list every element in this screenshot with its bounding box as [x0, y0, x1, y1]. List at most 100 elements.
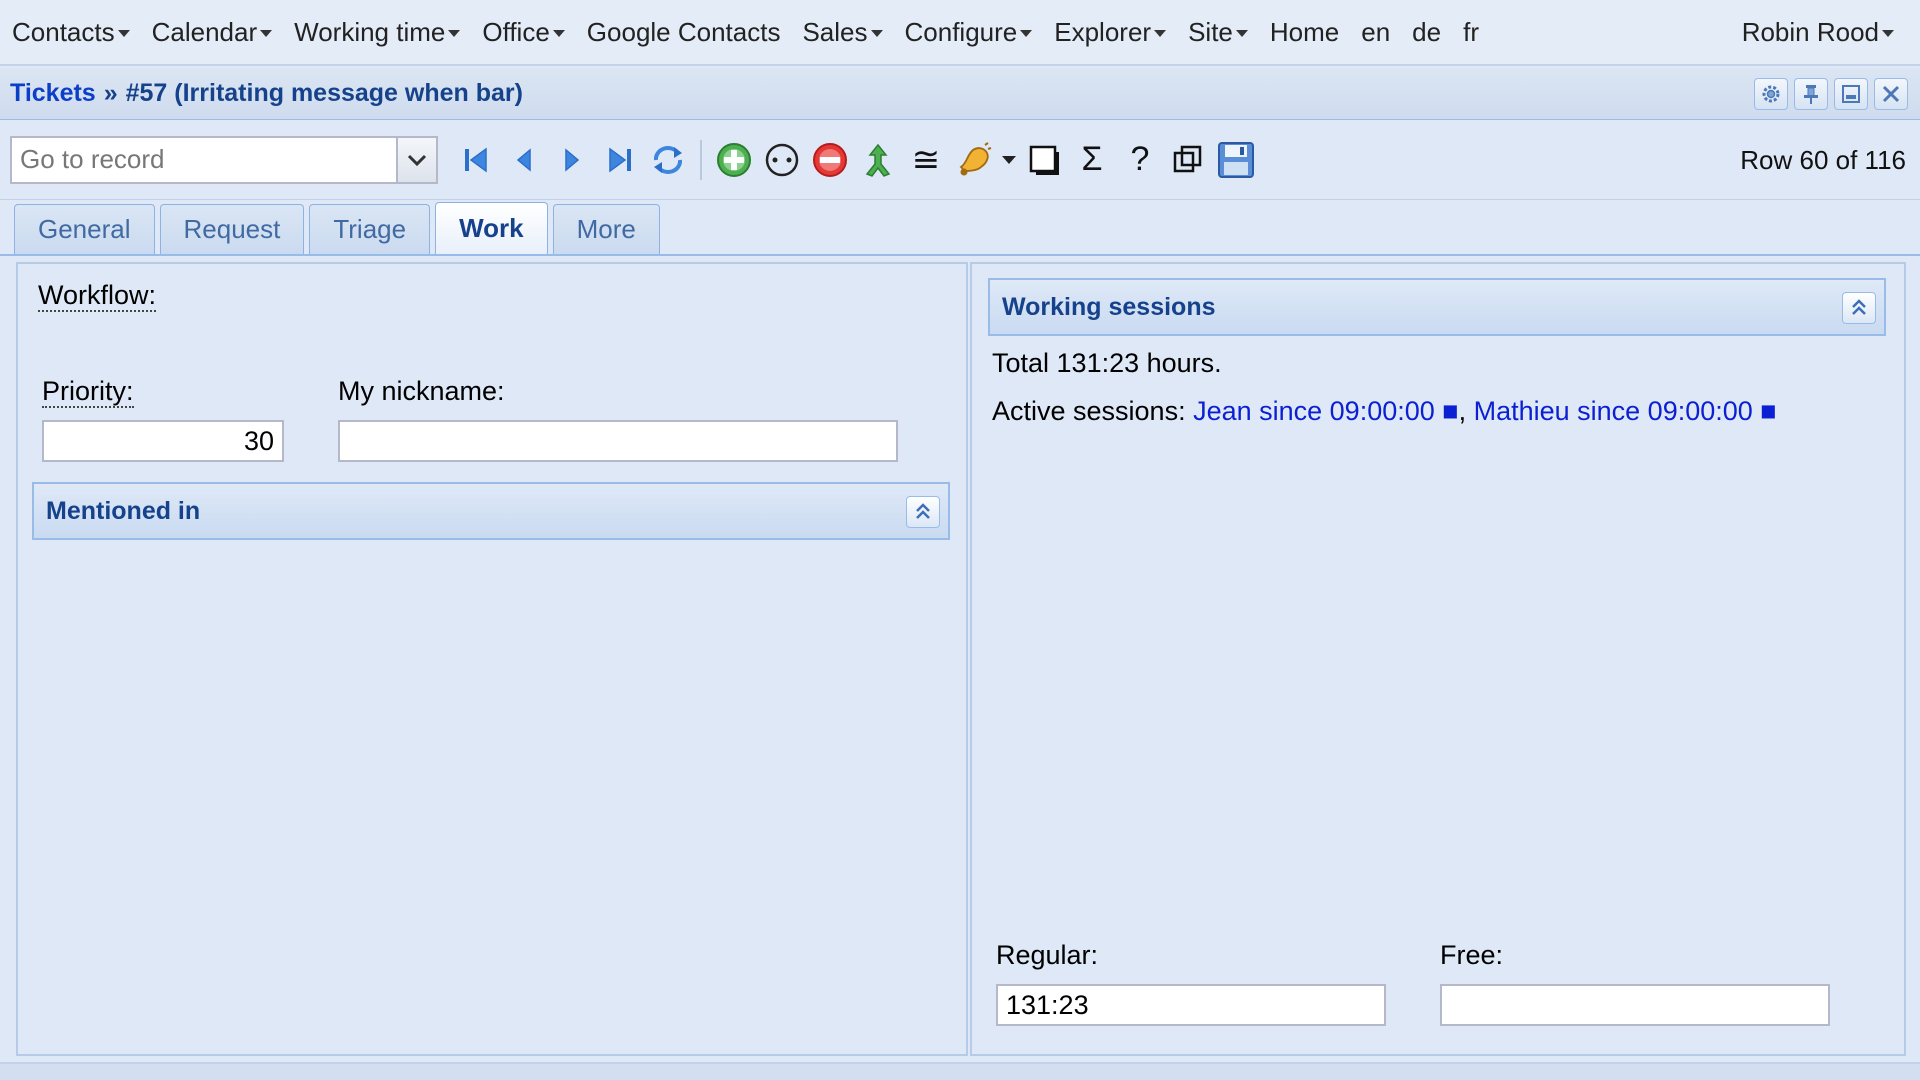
menu-google-contacts[interactable]: Google Contacts: [579, 0, 789, 64]
session-link-jean[interactable]: Jean since 09:00:00 ■: [1193, 396, 1459, 426]
menu-label: Explorer: [1054, 16, 1152, 47]
close-icon: [1882, 85, 1900, 103]
caret-down-icon: [1235, 30, 1248, 37]
menu-label: Calendar: [151, 16, 258, 47]
menu-lang-en[interactable]: en: [1353, 0, 1398, 64]
menu-label: Google Contacts: [586, 16, 781, 47]
sum-button[interactable]: Σ: [1068, 136, 1116, 184]
notify-button[interactable]: [950, 136, 998, 184]
caret-down-icon: [260, 30, 273, 37]
breadcrumb-tickets-link[interactable]: Tickets: [10, 79, 96, 108]
menu-contacts[interactable]: Contacts: [0, 0, 138, 64]
menu-configure[interactable]: Configure: [897, 0, 1041, 64]
action-buttons: ≅ Σ ?: [710, 136, 1260, 184]
active-sessions-line: Active sessions: Jean since 09:00:00 ■, …: [992, 396, 1777, 427]
notify-dropdown-button[interactable]: [998, 136, 1020, 184]
tab-more[interactable]: More: [552, 204, 660, 254]
main-menu-bar: Contacts Calendar Working time Office Go…: [0, 0, 1920, 66]
nickname-field[interactable]: [338, 420, 898, 462]
menu-label: en: [1361, 16, 1391, 47]
open-in-own-window-button[interactable]: [1020, 136, 1068, 184]
menu-label: Working time: [294, 16, 446, 47]
tab-triage[interactable]: Triage: [309, 204, 431, 254]
save-icon: [1218, 141, 1254, 178]
working-sessions-collapse-button[interactable]: [1842, 292, 1876, 324]
workflow-label[interactable]: Workflow:: [38, 280, 157, 312]
menu-label: Site: [1188, 16, 1233, 47]
delete-button[interactable]: [806, 136, 854, 184]
record-toolbar: ≅ Σ ?: [0, 120, 1920, 200]
menu-label: Contacts: [12, 16, 115, 47]
priority-label: Priority:: [42, 376, 134, 408]
circle-dots-icon: [765, 143, 799, 176]
priority-field[interactable]: 30: [42, 420, 284, 462]
caret-down-icon: [552, 30, 565, 37]
free-hours-field[interactable]: [1440, 984, 1830, 1026]
record-title: #57 (Irritating message when bar): [125, 79, 523, 107]
merge-button[interactable]: [854, 136, 902, 184]
caret-down-icon: [1002, 155, 1016, 164]
user-menu[interactable]: Robin Rood: [1734, 0, 1914, 64]
goto-record-dropdown-button[interactable]: [396, 137, 436, 182]
detail-tabs: General Request Triage Work More: [0, 200, 1920, 256]
menu-site[interactable]: Site: [1180, 0, 1256, 64]
double-chevron-up-icon: [1852, 299, 1866, 315]
settings-gear-button[interactable]: [1754, 78, 1788, 110]
menu-lang-de[interactable]: de: [1404, 0, 1449, 64]
copy-icon: [1173, 145, 1202, 172]
bell-icon: [959, 141, 992, 175]
mentioned-in-title: Mentioned in: [46, 496, 201, 525]
last-record-button[interactable]: [596, 136, 644, 184]
double-chevron-up-icon: [916, 503, 930, 519]
free-label: Free:: [1440, 940, 1504, 970]
working-sessions-panel: Working sessions Total 131:23 hours. Act…: [970, 262, 1906, 1056]
tab-general[interactable]: General: [14, 204, 155, 254]
help-button[interactable]: ?: [1116, 136, 1164, 184]
refresh-button[interactable]: [644, 136, 692, 184]
menu-label: fr: [1463, 16, 1479, 47]
menu-office[interactable]: Office: [474, 0, 572, 64]
pin-button[interactable]: [1794, 78, 1828, 110]
previous-record-button[interactable]: [500, 136, 548, 184]
work-panel: Workflow: Priority: 30 My nickname: Ment…: [16, 262, 968, 1056]
first-record-button[interactable]: [452, 136, 500, 184]
navigation-buttons: [452, 136, 692, 184]
merge-icon: [865, 143, 891, 177]
next-icon: [565, 147, 580, 172]
menu-home[interactable]: Home: [1262, 0, 1347, 64]
close-button[interactable]: [1874, 78, 1908, 110]
caret-down-icon: [1020, 30, 1033, 37]
window-restore-icon: [1842, 85, 1860, 103]
nickname-label: My nickname:: [338, 376, 505, 406]
duplicate-record-button[interactable]: [758, 136, 806, 184]
session-link-mathieu[interactable]: Mathieu since 09:00:00 ■: [1474, 396, 1777, 426]
menu-working-time[interactable]: Working time: [286, 0, 468, 64]
menu-calendar[interactable]: Calendar: [144, 0, 281, 64]
approx-button[interactable]: ≅: [902, 136, 950, 184]
regular-hours-field[interactable]: 131:23: [996, 984, 1386, 1026]
copy-button[interactable]: [1164, 136, 1212, 184]
menu-explorer[interactable]: Explorer: [1046, 0, 1174, 64]
refresh-icon: [653, 145, 683, 174]
tab-request[interactable]: Request: [159, 204, 305, 254]
caret-down-icon: [870, 30, 883, 37]
goto-record-input[interactable]: [12, 137, 396, 182]
window-tools: [1754, 78, 1908, 110]
save-button[interactable]: [1212, 136, 1260, 184]
tab-work[interactable]: Work: [435, 202, 548, 254]
next-record-button[interactable]: [548, 136, 596, 184]
caret-down-icon: [1882, 30, 1894, 37]
minimize-button[interactable]: [1834, 78, 1868, 110]
delete-icon: [813, 142, 847, 177]
menu-lang-fr[interactable]: fr: [1455, 0, 1487, 64]
row-position-info: Row 60 of 116: [1740, 144, 1906, 175]
total-hours-text: Total 131:23 hours.: [992, 348, 1222, 378]
active-sessions-prefix: Active sessions:: [992, 396, 1194, 426]
working-sessions-title: Working sessions: [1002, 292, 1216, 321]
menu-sales[interactable]: Sales: [794, 0, 890, 64]
mentioned-in-collapse-button[interactable]: [906, 496, 940, 528]
add-icon: [717, 142, 751, 177]
chevron-down-icon: [407, 154, 427, 166]
insert-button[interactable]: [710, 136, 758, 184]
menu-label: de: [1412, 16, 1442, 47]
